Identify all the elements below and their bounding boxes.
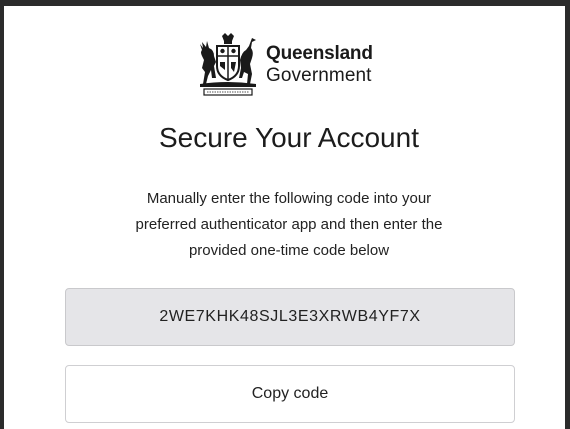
instructions-line: Manually enter the following code into y…: [146, 190, 432, 207]
dialog-frame: Queensland Government Secure Your Accoun…: [0, 0, 570, 429]
page-title: Secure Your Account: [159, 122, 419, 153]
instructions-line: provided one-time code below: [188, 242, 390, 259]
brand-line-government: Government: [266, 65, 372, 86]
brand-wordmark: Queensland Government: [266, 44, 373, 85]
queensland-coat-of-arms-icon: [200, 33, 256, 96]
copy-code-button[interactable]: Copy code: [65, 365, 515, 423]
instructions-line: preferred authenticator app and then ent…: [135, 216, 443, 233]
secret-code-display[interactable]: 2WE7KHK48SJL3E3XRWB4YF7X: [65, 288, 515, 346]
instructions-text: Manually enter the following code into y…: [99, 186, 479, 264]
brand-line-queensland: Queensland: [266, 43, 373, 64]
qld-government-logo: Queensland Government: [194, 32, 394, 102]
